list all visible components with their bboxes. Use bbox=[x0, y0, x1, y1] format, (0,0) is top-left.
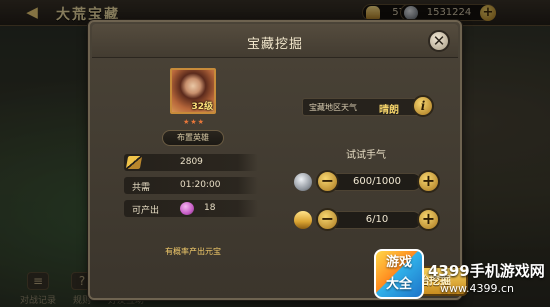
luck-title: 试试手气 bbox=[346, 150, 386, 161]
weather-value: 晴朗 bbox=[379, 105, 399, 116]
hero-portrait[interactable]: 32级 bbox=[170, 68, 216, 114]
ingot-stepper-value: 6/10 bbox=[365, 214, 389, 225]
info-icon[interactable]: i bbox=[412, 95, 434, 117]
watermark-site-name: 4399手机游戏网 bbox=[428, 262, 545, 280]
silver-minus-button[interactable]: − bbox=[316, 170, 339, 193]
power-icon bbox=[125, 156, 143, 169]
weather-label: 宝藏地区天气 bbox=[309, 103, 357, 112]
silver-stepper: − 600/1000 + bbox=[294, 170, 442, 194]
power-stat: 2809 bbox=[124, 154, 258, 171]
assign-hero-button[interactable]: 布置英雄 bbox=[162, 130, 224, 146]
hero-level: 32级 bbox=[191, 102, 213, 112]
watermark-url: www.4399.cn bbox=[440, 282, 514, 295]
logo-text-bottom: 大全 bbox=[385, 277, 412, 292]
ingot-plus-button[interactable]: + bbox=[417, 208, 440, 231]
gem-icon bbox=[180, 202, 194, 215]
logo-text-top: 游戏 bbox=[385, 255, 412, 270]
close-icon[interactable]: ✕ bbox=[428, 30, 450, 52]
weather-row: 宝藏地区天气 晴朗 bbox=[302, 98, 430, 116]
dialog-header: 宝藏挖掘 ✕ bbox=[92, 24, 458, 58]
power-value: 2809 bbox=[180, 157, 203, 167]
time-stat: 共需 01:20:00 bbox=[124, 177, 258, 194]
ingot-stepper: − 6/10 + bbox=[294, 208, 442, 232]
output-label: 可产出 bbox=[132, 206, 160, 216]
silver-stepper-value: 600/1000 bbox=[353, 176, 401, 187]
time-label: 共需 bbox=[132, 183, 151, 193]
ingot-minus-button[interactable]: − bbox=[316, 208, 339, 231]
output-stat: 可产出 18 bbox=[124, 200, 258, 217]
probability-note: 有概率产出元宝 bbox=[165, 247, 221, 256]
site-logo: 游戏 大全 bbox=[374, 249, 424, 299]
dialog-title: 宝藏挖掘 bbox=[246, 37, 303, 52]
silver-coin-icon bbox=[294, 173, 312, 191]
silver-plus-button[interactable]: + bbox=[417, 170, 440, 193]
time-value: 01:20:00 bbox=[180, 180, 221, 190]
output-value: 18 bbox=[204, 203, 216, 213]
hero-stars: ★★★ bbox=[183, 118, 205, 126]
gold-ingot-icon bbox=[294, 211, 312, 229]
